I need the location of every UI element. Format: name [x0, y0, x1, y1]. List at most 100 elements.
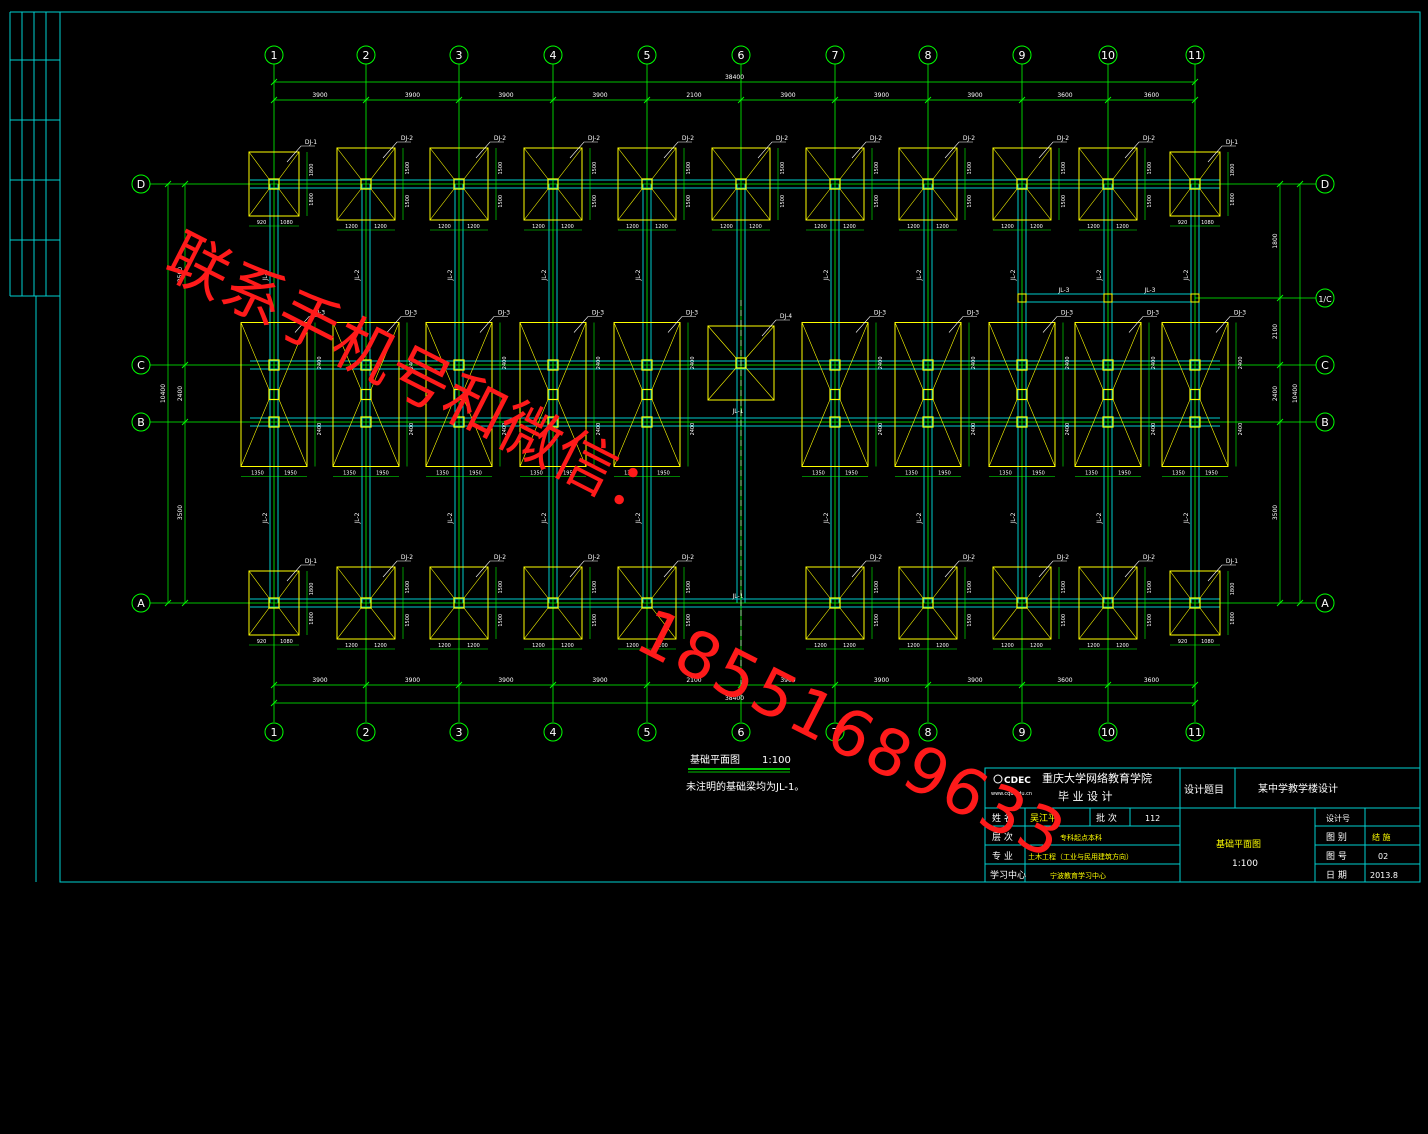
- footing-label: DJ-4: [780, 313, 792, 320]
- footing-dim: 1080: [280, 639, 293, 645]
- footing-dim: 2400: [1238, 356, 1244, 369]
- axis-bubble: 4: [543, 722, 563, 742]
- name-label: 姓 名: [992, 812, 1013, 824]
- footing-dim: 1500: [967, 162, 973, 175]
- batch-value: 112: [1145, 814, 1160, 823]
- dim-text: 3900: [498, 92, 513, 99]
- dim-text: 3900: [874, 92, 889, 99]
- axis-label: 5: [644, 726, 651, 739]
- footing-dim: 1500: [1061, 162, 1067, 175]
- category-value: 结 施: [1372, 832, 1391, 842]
- beam-label-jl3: JL-3: [1144, 287, 1156, 294]
- footing-label: DJ-3: [967, 310, 979, 317]
- footing-dim: 1500: [686, 581, 692, 594]
- footing-label: DJ-3: [498, 310, 510, 317]
- plan-note: 未注明的基础梁均为JL-1。: [686, 780, 804, 793]
- footing-dim: 1500: [498, 614, 504, 627]
- footing-label: DJ-2: [682, 135, 694, 142]
- footing-dim: 1200: [936, 643, 949, 649]
- footing-label: DJ-2: [1057, 554, 1069, 561]
- beam-label-jl2: JL-2: [1183, 512, 1190, 524]
- footing-dim: 1500: [1147, 195, 1153, 208]
- axis-label: 4: [550, 49, 557, 62]
- beam-label-jl2: JL-2: [262, 269, 269, 281]
- footing-label: DJ-3: [874, 310, 886, 317]
- footing-dim: 1200: [1116, 224, 1129, 230]
- major-value: 土木工程（工业与民用建筑方向）: [1028, 852, 1133, 861]
- footing-dim: 1950: [469, 471, 482, 477]
- footing-dim: 1500: [874, 162, 880, 175]
- footing-dim: 1500: [967, 581, 973, 594]
- footing-dim: 1200: [1001, 224, 1014, 230]
- axis-label: 11: [1188, 726, 1202, 739]
- drawing-name: 基础平面图: [1216, 838, 1261, 850]
- footing-dim: 1200: [1030, 224, 1043, 230]
- footing-dim: 1350: [251, 471, 264, 477]
- axis-bubble: 8: [918, 722, 938, 742]
- axis-label: 8: [925, 726, 932, 739]
- dim-text: 3600: [1144, 677, 1159, 684]
- footing-dim: 1200: [1001, 643, 1014, 649]
- date-label: 日 期: [1326, 870, 1347, 881]
- dim-text: 3900: [312, 92, 327, 99]
- axis-label: D: [137, 178, 145, 191]
- date-value: 2013.8: [1370, 871, 1398, 880]
- axis-bubble: 10: [1098, 722, 1118, 742]
- footing-dim: 1200: [907, 643, 920, 649]
- footing-dim: 1200: [345, 224, 358, 230]
- drawing-scale: 1:100: [1232, 859, 1258, 869]
- footing-label: DJ-2: [1143, 135, 1155, 142]
- beam-label-jl2: JL-2: [916, 512, 923, 524]
- dim-text: 10400: [1292, 384, 1299, 403]
- footing-dim: 1500: [686, 614, 692, 627]
- dim-text: 2500: [177, 267, 184, 282]
- footing-dim: 1500: [1061, 581, 1067, 594]
- footing-dim: 1800: [1230, 193, 1236, 206]
- footing-label: DJ-2: [1057, 135, 1069, 142]
- footing-dim: 1500: [592, 581, 598, 594]
- footing-dim: 1500: [780, 195, 786, 208]
- footing-dim: 2400: [502, 423, 508, 436]
- axis-bubble: B: [131, 412, 151, 432]
- name-value: 吴江平: [1030, 813, 1057, 824]
- major-label: 专 业: [992, 850, 1013, 862]
- footing-dim: 920: [1178, 639, 1188, 645]
- axis-label: B: [137, 416, 145, 429]
- footing-dim: 1500: [498, 195, 504, 208]
- footing-dim: 1950: [657, 471, 670, 477]
- axis-bubble: 2: [356, 722, 376, 742]
- number-label: 图 号: [1326, 851, 1347, 862]
- footing-dim: 1350: [1172, 471, 1185, 477]
- footing-dim: 2400: [1065, 423, 1071, 436]
- axis-bubble: 9: [1012, 45, 1032, 65]
- axis-label: 1/C: [1318, 295, 1332, 304]
- footing-label: DJ-2: [963, 135, 975, 142]
- axis-label: B: [1321, 416, 1329, 429]
- footing-dim: 1080: [1201, 220, 1214, 226]
- beam-label-jl3: JL-3: [1058, 287, 1070, 294]
- footing-dim: 1200: [438, 224, 451, 230]
- footing-dim: 1500: [592, 614, 598, 627]
- dim-text: 3900: [405, 677, 420, 684]
- footing-label: DJ-3: [405, 310, 417, 317]
- axis-label: 6: [738, 49, 745, 62]
- axis-label: 10: [1101, 49, 1115, 62]
- topic-label: 设计题目: [1184, 783, 1224, 796]
- footing-dim: 1200: [843, 643, 856, 649]
- footing-dim: 920: [1178, 220, 1188, 226]
- footing-label: DJ-1: [305, 139, 317, 146]
- dim-text: 3900: [592, 92, 607, 99]
- footing-label: DJ-3: [1061, 310, 1073, 317]
- footing-label: DJ-2: [870, 554, 882, 561]
- axis-bubble: D: [131, 174, 151, 194]
- dim-text: 3900: [780, 92, 795, 99]
- footing-dim: 2400: [596, 356, 602, 369]
- footing-label: DJ-2: [682, 554, 694, 561]
- axis-bubble: C: [1315, 355, 1335, 375]
- footing-label: DJ-3: [313, 310, 325, 317]
- footing-dim: 1200: [345, 643, 358, 649]
- beam-label-jl2: JL-2: [916, 269, 923, 281]
- axis-bubble: 3: [449, 722, 469, 742]
- axis-label: 2: [363, 726, 370, 739]
- dim-text: 3900: [967, 677, 982, 684]
